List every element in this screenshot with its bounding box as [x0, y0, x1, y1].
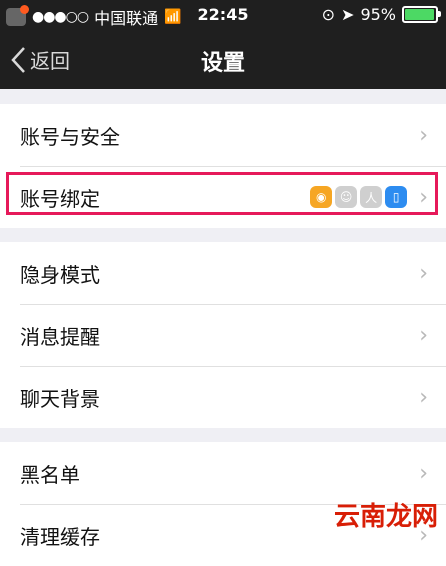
settings-group-account: 账号与安全 › 账号绑定 ◉ ☺ 人 ▯ ›: [0, 104, 446, 228]
row-label: 黑名单: [20, 462, 80, 487]
chevron-right-icon: ›: [419, 260, 428, 286]
row-chat-background[interactable]: 聊天背景 ›: [0, 366, 446, 428]
status-right: ⊙ ➤ 95%: [321, 5, 441, 24]
chevron-right-icon: ›: [419, 122, 428, 148]
weibo-icon: ◉: [310, 186, 333, 208]
status-bar: ●●●○○ 中国联通 📶 22:45 ⊙ ➤ 95%: [0, 0, 446, 31]
renren-icon: 人: [360, 186, 383, 208]
chevron-right-icon: ›: [419, 184, 428, 210]
row-blacklist[interactable]: 黑名单 ›: [0, 442, 446, 504]
orientation-lock-icon: ⊙: [321, 5, 336, 24]
row-account-binding[interactable]: 账号绑定 ◉ ☺ 人 ▯ ›: [0, 166, 446, 228]
row-account-security[interactable]: 账号与安全 ›: [0, 104, 446, 166]
page-title: 设置: [200, 51, 245, 76]
binding-icons: ◉ ☺ 人 ▯: [310, 186, 408, 208]
contacts-icon: ☺: [335, 186, 358, 208]
row-label: 账号与安全: [20, 124, 120, 149]
phone-icon: ▯: [385, 186, 408, 208]
chevron-right-icon: ›: [419, 460, 428, 486]
battery-percent: 95%: [360, 5, 396, 24]
watermark-logo: 云南龙网: [333, 502, 438, 532]
settings-group-privacy: 隐身模式 › 消息提醒 › 聊天背景 ›: [0, 242, 446, 428]
row-invisible-mode[interactable]: 隐身模式 ›: [0, 242, 446, 304]
row-message-notifications[interactable]: 消息提醒 ›: [0, 304, 446, 366]
chevron-right-icon: ›: [419, 322, 428, 348]
row-label: 隐身模式: [20, 262, 100, 287]
navigation-bar: 返回 设置: [0, 31, 446, 89]
location-icon: ➤: [341, 5, 355, 24]
row-label: 账号绑定: [20, 186, 100, 211]
battery-icon: [402, 6, 441, 23]
row-label: 聊天背景: [20, 386, 100, 411]
chevron-right-icon: ›: [419, 384, 428, 410]
row-label: 消息提醒: [20, 324, 100, 349]
